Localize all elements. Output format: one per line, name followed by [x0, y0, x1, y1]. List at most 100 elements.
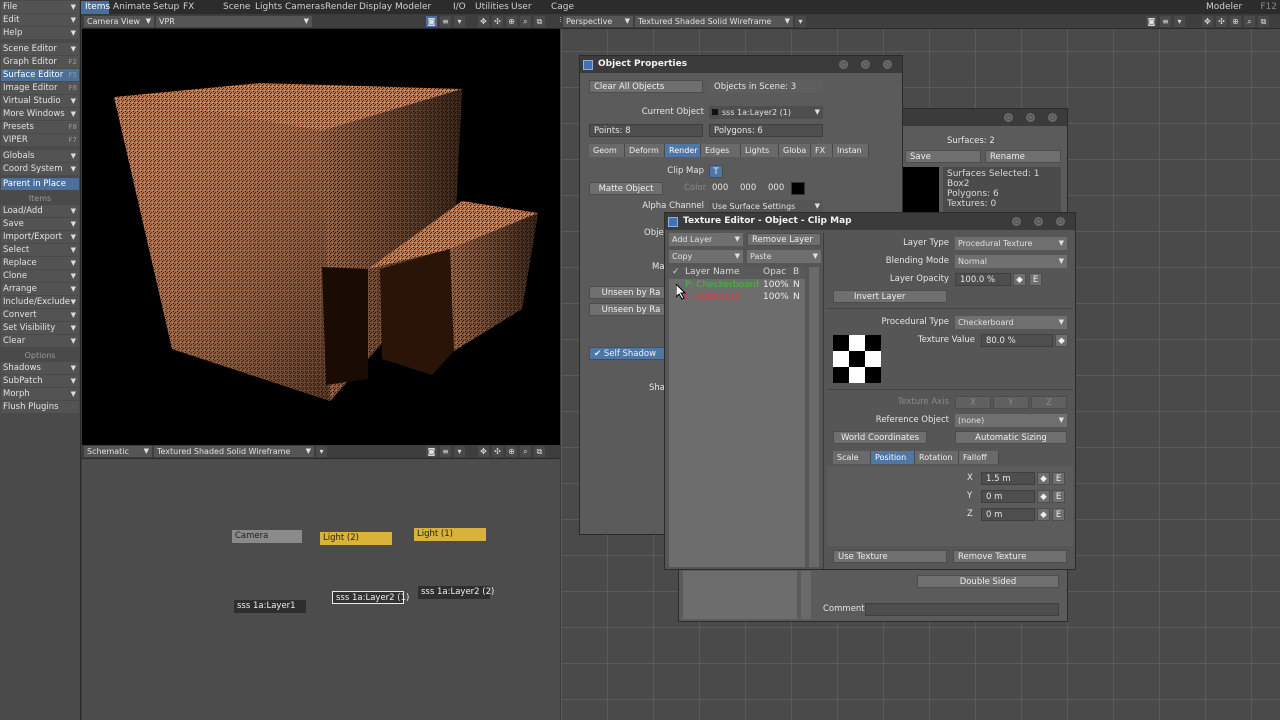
reference-object-dropdown[interactable]: (none) ▼: [955, 414, 1067, 427]
menu-tab-scene[interactable]: Scene: [219, 1, 251, 14]
menu-tab-lights[interactable]: Lights: [251, 1, 282, 14]
perspective-mode-dropdown[interactable]: Textured Shaded Solid Wireframe ▼: [635, 16, 793, 27]
menu-arrange[interactable]: Arrange ▼: [1, 283, 79, 295]
menu-clone[interactable]: Clone ▼: [1, 270, 79, 282]
menu-import-export[interactable]: Import/Export ▼: [1, 231, 79, 243]
layer-blend[interactable]: N: [793, 292, 800, 302]
rotate-icon[interactable]: ✣: [492, 446, 503, 457]
tab-geom[interactable]: Geom: [589, 144, 625, 157]
clear-all-objects-button[interactable]: Clear All Objects: [589, 80, 703, 93]
color-g[interactable]: 000: [740, 182, 756, 195]
dropdown-icon[interactable]: ▾: [316, 446, 327, 457]
menu-graph-editor[interactable]: Graph Editor F2: [1, 56, 79, 68]
menu-include-exclude[interactable]: Include/Exclude ▼: [1, 296, 79, 308]
camera-mode-dropdown[interactable]: VPR ▼: [156, 16, 312, 27]
envelope-arrows-icon[interactable]: ◆: [1013, 273, 1026, 286]
list-icon[interactable]: ≡: [440, 446, 451, 457]
menu-scene-editor[interactable]: Scene Editor ▼: [1, 43, 79, 55]
menu-tab-utilities[interactable]: Utilities: [471, 1, 509, 14]
schematic-view-dropdown[interactable]: Schematic ▼: [84, 446, 152, 457]
pan-icon[interactable]: ⊕: [1230, 16, 1241, 27]
camera-view-dropdown[interactable]: Camera View ▼: [84, 16, 154, 27]
modeler-switch[interactable]: Modeler F12: [1202, 1, 1280, 14]
collapse-icon[interactable]: ○: [1004, 113, 1013, 122]
rotate-icon[interactable]: ✣: [492, 16, 503, 27]
dropdown-icon[interactable]: ▾: [1174, 16, 1185, 27]
move-icon[interactable]: ✥: [478, 16, 489, 27]
tab-instan[interactable]: Instan: [833, 144, 869, 157]
unseen-by-radiosity-button[interactable]: Unseen by Ra: [589, 303, 673, 316]
menu-tab-cage-deformer[interactable]: Cage Deformer: [547, 1, 609, 25]
axis-y-button[interactable]: Y: [993, 396, 1029, 409]
current-object-dropdown[interactable]: sss 1a:Layer2 (1) ▼: [709, 106, 823, 119]
zoom-icon[interactable]: ⌕: [520, 446, 531, 457]
list-icon[interactable]: ≡: [1160, 16, 1171, 27]
envelope-button[interactable]: E: [1029, 273, 1042, 286]
axis-z-button[interactable]: Z: [1031, 396, 1067, 409]
position-y-field[interactable]: 0 m: [981, 490, 1035, 503]
menu-coord-system[interactable]: Coord System ▼: [1, 163, 79, 175]
layer-opacity[interactable]: 100%: [763, 280, 789, 290]
self-shadow-toggle[interactable]: ✔ Self Shadow: [589, 347, 673, 360]
matte-object-button[interactable]: Matte Object: [589, 182, 663, 195]
menu-tab-fx-tools[interactable]: FX Tools: [179, 1, 219, 25]
blending-mode-dropdown[interactable]: Normal ▼: [955, 255, 1067, 268]
node-layer1[interactable]: sss 1a:Layer1: [234, 600, 306, 613]
tab-lights[interactable]: Lights: [741, 144, 779, 157]
dropdown-icon[interactable]: ▾: [454, 446, 465, 457]
menu-parent-in-place[interactable]: Parent in Place: [1, 178, 79, 190]
schematic-viewport[interactable]: Schematic ▼ Textured Shaded Solid Wirefra…: [82, 445, 560, 720]
zoom-icon[interactable]: ⌕: [520, 16, 531, 27]
list-icon[interactable]: ≡: [440, 16, 451, 27]
menu-subpatch[interactable]: SubPatch ▼: [1, 375, 79, 387]
menu-select[interactable]: Select ▼: [1, 244, 79, 256]
camera-icon[interactable]: ◙: [1146, 16, 1157, 27]
menu-shadows[interactable]: Shadows ▼: [1, 362, 79, 374]
envelope-arrows-icon[interactable]: ◆: [1055, 334, 1068, 347]
surface-rename-button[interactable]: Rename: [985, 150, 1061, 163]
menu-globals[interactable]: Globals ▼: [1, 150, 79, 162]
restore-icon[interactable]: ○: [1034, 217, 1043, 226]
envelope-arrows-icon[interactable]: ◆: [1037, 508, 1050, 521]
comment-field[interactable]: [865, 603, 1059, 616]
unseen-by-rays-button[interactable]: Unseen by Ra: [589, 286, 673, 299]
zoom-icon[interactable]: ⌕: [1244, 16, 1255, 27]
position-z-field[interactable]: 0 m: [981, 508, 1035, 521]
envelope-button[interactable]: E: [1052, 508, 1065, 521]
collapse-icon[interactable]: ○: [1012, 217, 1021, 226]
menu-viper[interactable]: VIPER F7: [1, 134, 79, 146]
menu-load-add[interactable]: Load/Add ▼: [1, 205, 79, 217]
menu-set-visibility[interactable]: Set Visibility ▼: [1, 322, 79, 334]
surface-list-scrollbar[interactable]: [801, 571, 811, 619]
close-icon[interactable]: ○: [1056, 217, 1065, 226]
move-icon[interactable]: ✥: [1202, 16, 1213, 27]
axis-x-button[interactable]: X: [955, 396, 991, 409]
envelope-button[interactable]: E: [1052, 472, 1065, 485]
procedural-type-dropdown[interactable]: Checkerboard ▼: [955, 316, 1067, 329]
maximize-icon[interactable]: ⧉: [1258, 16, 1269, 27]
menu-tab-animate[interactable]: Animate: [109, 1, 151, 14]
menu-tab-render[interactable]: Render: [321, 1, 357, 14]
envelope-button[interactable]: E: [1052, 490, 1065, 503]
menu-tab-items[interactable]: Items: [81, 1, 110, 14]
node-camera[interactable]: Camera: [232, 530, 302, 543]
menu-tab-cameras[interactable]: Cameras: [281, 1, 325, 14]
double-sided-button[interactable]: Double Sided: [917, 575, 1059, 588]
collapse-icon[interactable]: ○: [839, 60, 848, 69]
automatic-sizing-button[interactable]: Automatic Sizing: [955, 431, 1067, 444]
node-layer2-1[interactable]: sss 1a:Layer2 (1): [332, 591, 409, 604]
dropdown-icon[interactable]: ▾: [454, 16, 465, 27]
remove-layer-button[interactable]: Remove Layer: [747, 233, 821, 246]
surface-save-button[interactable]: Save: [905, 150, 981, 163]
pan-icon[interactable]: ⊕: [506, 446, 517, 457]
color-swatch[interactable]: [791, 182, 805, 195]
camera-viewport[interactable]: Camera View ▼ VPR ▼ ◙ ≡ ▾ ✥ ✣ ⊕ ⌕ ⧉: [82, 15, 560, 445]
menu-help[interactable]: Help ▼: [1, 27, 79, 39]
tab-fx[interactable]: FX: [811, 144, 833, 157]
menu-surface-editor[interactable]: Surface Editor F5: [1, 69, 79, 81]
menu-virtual-studio[interactable]: Virtual Studio ▼: [1, 95, 79, 107]
tab-render[interactable]: Render: [665, 144, 701, 157]
tab-deform[interactable]: Deform: [625, 144, 665, 157]
camera-icon[interactable]: ◙: [426, 446, 437, 457]
menu-presets[interactable]: Presets F8: [1, 121, 79, 133]
